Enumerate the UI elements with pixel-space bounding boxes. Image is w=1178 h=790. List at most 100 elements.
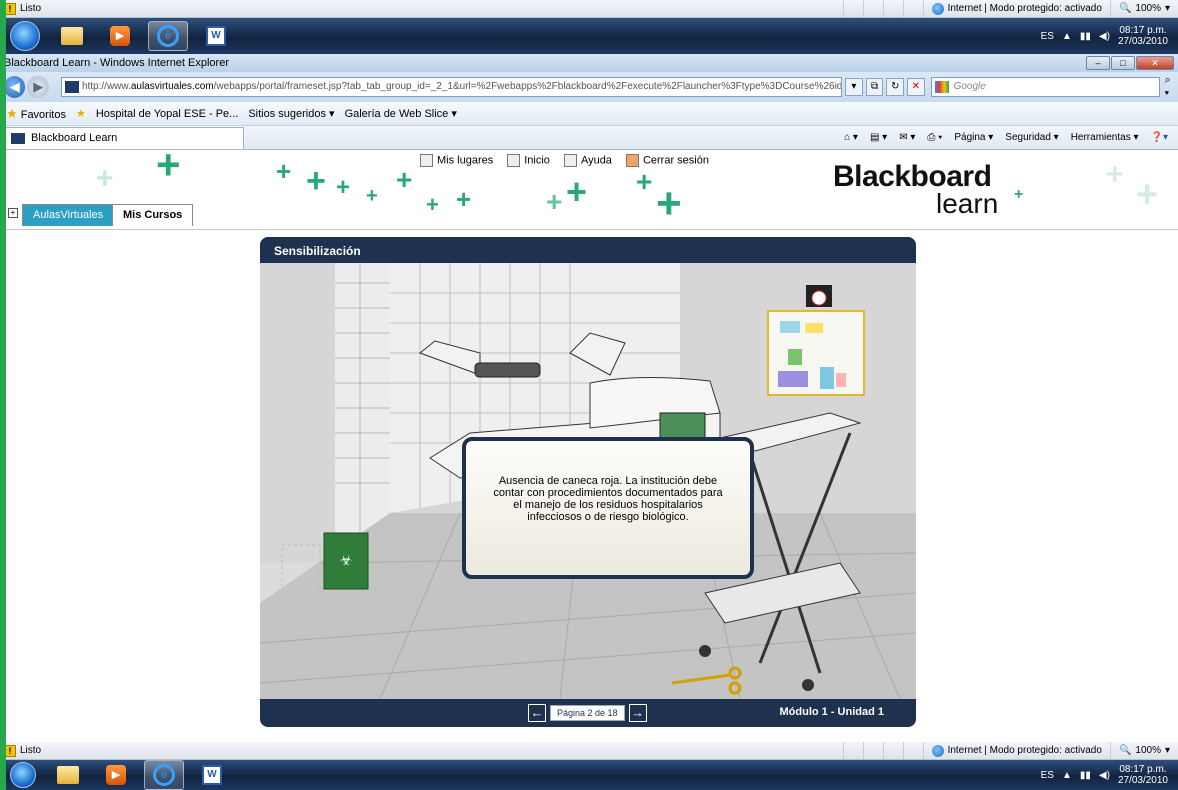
feeds-icon[interactable]: ▤ ▾ (870, 132, 887, 143)
decor-plus-icon: + (96, 162, 114, 195)
mail-icon[interactable]: ✉ ▾ (899, 132, 915, 143)
refresh-button[interactable]: ↻ (886, 78, 904, 96)
taskbar-bottom: ▶ e W ES ▲ ▮▮ ◀) 08:17 p.m. 27/03/2010 (0, 760, 1178, 790)
stop-button[interactable]: ✕ (906, 78, 925, 96)
search-field[interactable]: Google (930, 77, 1161, 97)
clock[interactable]: 08:17 p.m. 27/03/2010 (1118, 764, 1168, 786)
prev-page-button[interactable]: ← (528, 704, 546, 722)
favorite-link-webslice[interactable]: Galería de Web Slice ▾ (345, 107, 457, 120)
decor-plus-icon: + (1106, 158, 1124, 191)
media-player-icon: ▶ (110, 26, 130, 46)
help-link[interactable]: Ayuda (563, 154, 612, 167)
compatibility-button[interactable]: ⧉ (865, 78, 884, 96)
tray-expand-icon[interactable]: ▲ (1062, 31, 1072, 42)
module-title: Sensibilización (260, 237, 916, 263)
clock[interactable]: 08:17 p.m. 27/03/2010 (1118, 25, 1168, 47)
favorite-link-suggested[interactable]: Sitios sugeridos ▾ (248, 107, 334, 120)
decor-plus-icon: + (366, 185, 378, 207)
my-places-icon (420, 154, 433, 167)
decor-plus-icon: + (1136, 174, 1159, 216)
url-dropdown-button[interactable]: ▾ (845, 78, 863, 96)
window-titlebar: Blackboard Learn - Windows Internet Expl… (0, 54, 1178, 72)
ie-icon: e (157, 25, 179, 47)
search-icon[interactable]: ⌕ ▾ (1164, 74, 1178, 100)
explorer-taskbar-button[interactable] (48, 760, 88, 790)
tab-mis-cursos[interactable]: Mis Cursos (112, 204, 194, 226)
ie-icon: e (153, 764, 175, 786)
page-indicator: Página 2 de 18 (550, 705, 625, 721)
security-zone[interactable]: Internet | Modo protegido: activado (922, 0, 1110, 17)
word-icon: W (206, 26, 226, 46)
word-taskbar-button[interactable]: W (192, 760, 232, 790)
next-page-button[interactable]: → (628, 704, 647, 722)
google-icon (934, 81, 949, 93)
logout-link[interactable]: Cerrar sesión (625, 154, 709, 167)
favorites-button[interactable]: ★ Favoritos (6, 106, 66, 122)
url-field[interactable]: http://www.aulasvirtuales.com/webapps/po… (60, 77, 843, 97)
tab-aulas-virtuales[interactable]: AulasVirtuales (22, 204, 115, 226)
network-icon[interactable]: ▮▮ (1080, 31, 1091, 42)
module-footer: ← Página 2 de 18 → Módulo 1 - Unidad 1 (260, 699, 916, 727)
volume-icon[interactable]: ◀) (1099, 770, 1110, 781)
decor-plus-icon: + (566, 171, 588, 212)
zoom-control[interactable]: 🔍 100% ▾ (1109, 0, 1178, 17)
course-module: Sensibilización ☣ Ausencia de caneca roj… (260, 237, 916, 727)
decor-plus-icon: + (306, 162, 326, 200)
volume-icon[interactable]: ◀) (1099, 31, 1110, 42)
favorite-link-hospital[interactable]: Hospital de Yopal ESE - Pe... (96, 108, 238, 120)
home-link[interactable]: Inicio (507, 154, 550, 167)
module-unit-label: Módulo 1 - Unidad 1 (779, 706, 885, 718)
forward-button[interactable]: ▶ (27, 76, 49, 98)
help-icon[interactable]: ❓▾ (1151, 132, 1168, 143)
home-icon[interactable]: ⌂ ▾ (844, 132, 858, 143)
decor-plus-icon: + (656, 179, 682, 228)
decor-plus-icon: + (276, 156, 292, 186)
globe-icon (931, 2, 944, 15)
minimize-button[interactable]: – (1086, 56, 1110, 70)
top-status-bar: ! Listo Internet | Modo protegido: activ… (0, 0, 1178, 18)
star-icon: ★ (6, 105, 18, 121)
explorer-taskbar-button[interactable] (52, 21, 92, 51)
ie-taskbar-button[interactable]: e (144, 760, 184, 790)
status-text: Listo (20, 3, 42, 14)
network-icon[interactable]: ▮▮ (1080, 770, 1091, 781)
decor-plus-icon: + (336, 174, 351, 201)
maximize-button[interactable]: □ (1111, 56, 1135, 70)
start-button[interactable] (10, 21, 40, 51)
security-zone-bottom[interactable]: Internet | Modo protegido: activado (922, 742, 1110, 759)
back-button[interactable]: ◀ (4, 76, 26, 98)
window-title: Blackboard Learn - Windows Internet Expl… (4, 57, 229, 69)
media-player-icon: ▶ (106, 765, 126, 785)
logout-icon (625, 154, 639, 167)
decor-plus-icon: + (546, 186, 563, 217)
taskbar-top: ▶ e W ES ▲ ▮▮ ◀) 08:17 p.m. 27/03/2010 (0, 18, 1178, 54)
page-menu[interactable]: Página ▾ (954, 132, 993, 143)
decor-plus-icon: + (456, 184, 472, 214)
print-icon[interactable]: ⎙ ▾ (927, 132, 942, 143)
logo-plus-icon: + (1014, 186, 1024, 203)
collapse-toggle[interactable]: + (8, 208, 18, 218)
close-button[interactable]: ✕ (1136, 56, 1174, 70)
decor-plus-icon: + (396, 164, 413, 195)
pager: ← Página 2 de 18 → (528, 704, 647, 722)
browser-tab[interactable]: Blackboard Learn (4, 126, 244, 149)
help-icon (563, 154, 577, 167)
media-player-taskbar-button[interactable]: ▶ (96, 760, 136, 790)
language-indicator[interactable]: ES (1041, 770, 1054, 781)
language-indicator[interactable]: ES (1041, 31, 1054, 42)
hospital-room-scene: ☣ Ausencia de caneca roja. La institució… (260, 263, 916, 699)
safety-menu[interactable]: Seguridad ▾ (1005, 132, 1058, 143)
address-bar: ◀ ▶ http://www.aulasvirtuales.com/webapp… (0, 72, 1178, 102)
tools-menu[interactable]: Herramientas ▾ (1071, 132, 1139, 143)
ie-taskbar-button[interactable]: e (148, 21, 188, 51)
my-places-link[interactable]: Mis lugares (420, 154, 493, 167)
zoom-control-bottom[interactable]: 🔍 100% ▾ (1109, 742, 1178, 759)
add-favorite-icon[interactable]: ★ (76, 107, 86, 120)
globe-icon (931, 744, 944, 757)
word-taskbar-button[interactable]: W (196, 21, 236, 51)
system-tray: ES ▲ ▮▮ ◀) 08:17 p.m. 27/03/2010 (1041, 25, 1178, 47)
start-button[interactable] (10, 762, 36, 788)
word-icon: W (202, 765, 222, 785)
media-player-taskbar-button[interactable]: ▶ (100, 21, 140, 51)
tray-expand-icon[interactable]: ▲ (1062, 770, 1072, 781)
